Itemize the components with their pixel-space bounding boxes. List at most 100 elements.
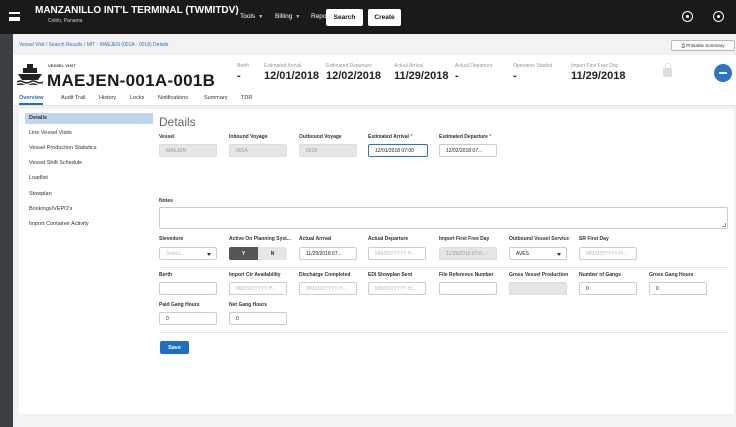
outbound-service-select[interactable]: AVES xyxy=(509,247,567,260)
lock-icon[interactable] xyxy=(663,63,672,77)
number-of-gangs-field[interactable]: 0 xyxy=(579,282,637,295)
section-title: Details xyxy=(159,115,196,129)
estimated-arrival-label: Estimated Arrival * xyxy=(368,134,412,140)
stat-actual-departure: Actual Departure - xyxy=(455,63,493,82)
gear-icon[interactable] xyxy=(682,11,693,22)
tools-menu[interactable]: Tools ▼ xyxy=(240,13,263,20)
import-first-free-day-field: 11/29/2018 07:0... xyxy=(439,247,497,260)
breadcrumb-current[interactable]: MIT - MAEJEN (001A - 0018) Details xyxy=(87,42,169,48)
outbound-voyage-label: Outbound Voyage xyxy=(299,134,342,140)
tab-audit-trail[interactable]: Audit Trail xyxy=(61,95,85,101)
active-planning-no-toggle[interactable]: N xyxy=(258,247,287,260)
hamburger-icon[interactable] xyxy=(9,12,20,21)
chevron-down-icon xyxy=(207,253,211,256)
sidebar-item-details[interactable]: Details xyxy=(25,113,153,124)
stat-value: - xyxy=(455,70,459,82)
sidebar-item-line-vessel-visits[interactable]: Line Vessel Visits xyxy=(25,128,153,139)
tab-notifications[interactable]: Notifications xyxy=(158,95,188,101)
file-reference-number-field[interactable] xyxy=(439,282,497,295)
breadcrumb-vessel-visit[interactable]: Vessel Visit xyxy=(19,42,44,48)
sidebar-item-import-container-activity[interactable]: Import Container Activity xyxy=(25,219,153,230)
import-ctr-availability-field[interactable]: MM/DD/YYYY H... xyxy=(229,282,287,295)
stat-value: 12/01/2018 xyxy=(264,70,320,82)
actual-departure-label: Actual Departure xyxy=(368,236,409,242)
tab-tdr[interactable]: TDR xyxy=(241,95,252,101)
breadcrumb: Vessel Visit / Search Results / MIT - MA… xyxy=(19,42,168,48)
stat-label: Actual Arrival xyxy=(394,63,424,69)
estimated-departure-field[interactable]: 12/02/2018 07... xyxy=(439,144,497,157)
notes-label: Notes xyxy=(159,198,173,204)
net-gang-hours-field[interactable]: 0 xyxy=(229,312,287,325)
sidebar-item-bookings-vepos[interactable]: Bookings/VEPO's xyxy=(25,204,153,215)
terminal-location: Colón, Panama xyxy=(48,18,83,24)
stat-label: Operation Started xyxy=(513,63,553,69)
tab-locks[interactable]: Locks xyxy=(130,95,144,101)
sidebar-item-loadlist[interactable]: Loadlist xyxy=(25,173,153,184)
paid-gang-hours-label: Paid Gang Hours xyxy=(159,302,200,308)
chevron-down-icon: ▼ xyxy=(295,14,301,20)
stat-value: 11/29/2018 xyxy=(394,70,449,82)
billing-menu[interactable]: Billing ▼ xyxy=(275,13,300,20)
required-marker: * xyxy=(489,134,492,140)
gross-vessel-production-label: Gross Vessel Production xyxy=(509,272,569,278)
gross-gang-hours-label: Gross Gang Hours xyxy=(649,272,694,278)
save-button[interactable]: Save xyxy=(160,341,189,354)
sr-first-day-field[interactable]: MM/DD/YYYY H... xyxy=(579,247,637,260)
berth-label: Berth xyxy=(159,272,173,278)
search-button[interactable]: Search xyxy=(326,9,363,26)
user-icon[interactable] xyxy=(713,11,724,22)
resize-handle-icon[interactable] xyxy=(722,223,726,227)
file-reference-number-label: File Reference Number xyxy=(439,272,494,278)
stat-operation-started: Operation Started - xyxy=(513,63,552,82)
create-button[interactable]: Create xyxy=(368,9,401,26)
estimated-departure-label-text: Estimated Departure xyxy=(439,134,488,140)
ship-icon xyxy=(17,64,43,85)
paid-gang-hours-field[interactable]: 0 xyxy=(159,312,217,325)
left-rail xyxy=(0,34,13,427)
berth-field[interactable] xyxy=(159,282,217,295)
estimated-arrival-field[interactable]: 12/01/2018 07:00 xyxy=(368,144,428,157)
stat-label: Berth xyxy=(237,63,249,69)
actual-arrival-field[interactable]: 11/29/2018 07... xyxy=(299,247,357,260)
estimated-arrival-label-text: Estimated Arrival xyxy=(368,134,409,140)
breadcrumb-search-results[interactable]: Search Results xyxy=(49,42,83,48)
printable-summary-label: Printable Summary xyxy=(686,43,725,48)
number-of-gangs-label: Number of Gangs xyxy=(579,272,621,278)
discharge-completed-field[interactable]: MM/DD/YYYY H... xyxy=(299,282,357,295)
edi-stowplan-sent-field[interactable]: MM/DD/YYYY H... xyxy=(368,282,426,295)
chevron-down-icon: ▼ xyxy=(258,14,264,20)
tab-overview[interactable]: Overview xyxy=(19,95,44,105)
actual-departure-field[interactable]: MM/DD/YYYY H... xyxy=(368,247,426,260)
notes-textarea[interactable] xyxy=(159,207,728,229)
stevedore-label: Stevedore xyxy=(159,236,184,242)
tab-history[interactable]: History xyxy=(99,95,116,101)
outbound-voyage-field: 0018 xyxy=(299,144,357,157)
import-ctr-availability-label: Import Ctr Availability xyxy=(229,272,281,278)
sidebar-item-stowplan[interactable]: Stowplan xyxy=(25,189,153,200)
active-planning-label: Active On Planning Syst... xyxy=(229,236,291,242)
stat-label: Actual Departure xyxy=(455,63,493,69)
stat-label: Estimated Arrival xyxy=(264,63,302,69)
sidebar-item-vessel-shift-schedule[interactable]: Vessel Shift Schedule xyxy=(25,158,153,169)
collapse-button[interactable] xyxy=(714,64,732,82)
estimated-departure-label: Estimated Departure * xyxy=(439,134,491,140)
sidebar-item-vessel-production-statistics[interactable]: Vessel Production Statistics xyxy=(25,143,153,154)
gross-gang-hours-field[interactable]: 0 xyxy=(649,282,707,295)
net-gang-hours-label: Net Gang Hours xyxy=(229,302,268,308)
sr-first-day-label: SR First Day xyxy=(579,236,609,242)
inbound-voyage-label: Inbound Voyage xyxy=(229,134,268,140)
active-planning-yes-toggle[interactable]: Y xyxy=(229,247,258,260)
details-form: Details Vessel MAEJEN Inbound Voyage 001… xyxy=(153,109,734,414)
stat-estimated-arrival: Estimated Arrival 12/01/2018 xyxy=(264,63,319,82)
discharge-completed-label: Discharge Completed xyxy=(299,272,351,278)
chevron-down-icon xyxy=(557,253,561,256)
stat-value: 11/29/2018 xyxy=(571,70,626,82)
terminal-title: MANZANILLO INT'L TERMINAL (TWMITDV) xyxy=(35,5,239,16)
vessel-field: MAEJEN xyxy=(159,144,217,157)
tab-summary[interactable]: Summary xyxy=(204,95,228,101)
stat-estimated-departure: Estimated Departure 12/02/2018 xyxy=(326,63,381,82)
stevedore-select[interactable]: Select... xyxy=(159,247,217,260)
printable-summary-button[interactable]: ⎙ Printable Summary xyxy=(671,40,735,51)
vessel-visit-name: MAEJEN-001A-001B xyxy=(47,71,216,90)
vessel-header: VESSEL VISIT MAEJEN-001A-001B Berth - Est… xyxy=(13,55,736,92)
